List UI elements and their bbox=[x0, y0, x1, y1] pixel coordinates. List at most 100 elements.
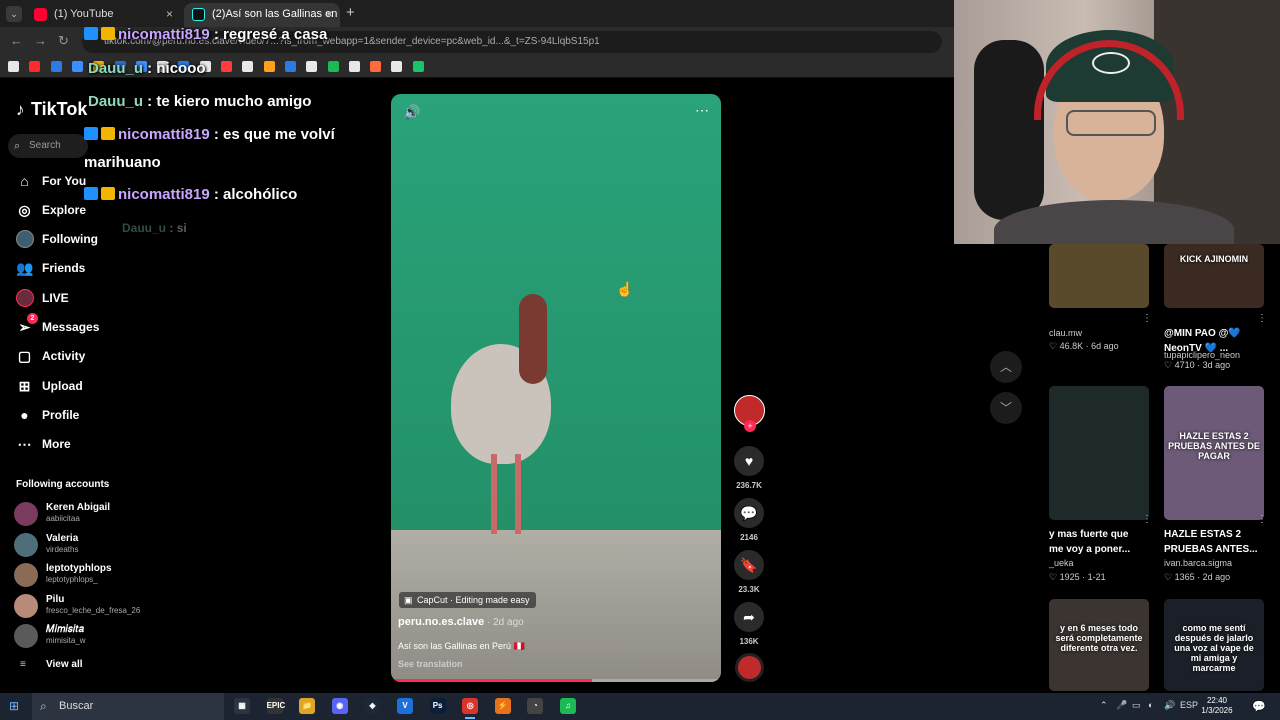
author-name[interactable]: peru.no.es.clave bbox=[398, 616, 484, 628]
bookmark-icon[interactable] bbox=[327, 61, 339, 72]
video-user[interactable]: tupapiclipero_neon bbox=[1164, 350, 1240, 360]
like-count: ♡ 1365 bbox=[1164, 572, 1195, 582]
more-options-icon[interactable]: ⋯ bbox=[695, 102, 709, 119]
video-user[interactable]: ivan.barca.sigma bbox=[1164, 558, 1232, 568]
bookmark-icon[interactable] bbox=[221, 61, 232, 72]
video-author[interactable]: peru.no.es.clave · 2d ago bbox=[398, 616, 524, 628]
volume-icon[interactable]: 🔊 bbox=[403, 104, 420, 121]
more-options-icon[interactable]: ⋮ bbox=[1257, 313, 1267, 324]
video-title[interactable]: clau.mw bbox=[1049, 326, 1145, 341]
bookmark-icon[interactable] bbox=[391, 61, 403, 72]
sidebar-item-for-you[interactable]: ⌂ For You bbox=[16, 170, 86, 192]
video-thumbnail[interactable]: como me sentí después de jalarlo una voz… bbox=[1164, 599, 1264, 691]
capcut-badge[interactable]: ▣ CapCut · Editing made easy bbox=[399, 592, 536, 608]
more-options-icon[interactable]: ⋮ bbox=[1142, 514, 1152, 525]
tray-icon[interactable]: ⌃ bbox=[1100, 700, 1108, 711]
see-translation-link[interactable]: See translation bbox=[398, 659, 463, 669]
video-thumbnail[interactable] bbox=[1049, 244, 1149, 308]
close-tab-icon[interactable]: × bbox=[166, 3, 173, 25]
video-title[interactable]: HAZLE ESTAS 2 PRUEBAS ANTES... bbox=[1164, 527, 1260, 557]
sidebar-item-following[interactable]: Following bbox=[16, 228, 98, 250]
tray-icon[interactable]: ESP bbox=[1180, 700, 1198, 710]
video-progress-bar[interactable] bbox=[391, 679, 721, 682]
sidebar-item-activity[interactable]: ▢ Activity bbox=[16, 345, 85, 367]
close-tab-icon[interactable]: × bbox=[326, 3, 333, 25]
bookmark-icon[interactable]: 🔖 bbox=[734, 550, 764, 580]
next-video-button[interactable]: ﹀ bbox=[990, 392, 1022, 424]
taskbar-app-icon[interactable]: ◈ bbox=[364, 698, 381, 714]
bookmark-icon[interactable] bbox=[29, 61, 41, 72]
bookmark-icon[interactable] bbox=[8, 61, 19, 72]
back-button[interactable]: ← bbox=[10, 33, 23, 48]
tray-icon[interactable]: 🎤 bbox=[1116, 700, 1127, 711]
taskbar-app-icon[interactable]: ◎ bbox=[462, 698, 479, 719]
bookmark-icon[interactable] bbox=[50, 61, 62, 72]
taskbar-app-icon[interactable]: Ps bbox=[429, 698, 446, 714]
new-tab-button[interactable]: + bbox=[346, 4, 355, 21]
sidebar-item-profile[interactable]: ● Profile bbox=[16, 404, 79, 426]
bookmark-icon[interactable] bbox=[412, 61, 424, 72]
video-title[interactable]: y mas fuerte que me voy a poner... bbox=[1049, 527, 1145, 557]
tab-search-button[interactable]: ⌄ bbox=[6, 6, 22, 22]
sidebar-item-messages[interactable]: ➢ 2 Messages bbox=[16, 313, 100, 338]
share-action[interactable]: ➦ 136K bbox=[734, 602, 764, 646]
windows-start-icon[interactable]: ⊞ bbox=[9, 699, 23, 713]
view-all-link[interactable]: ≡ View all bbox=[16, 659, 83, 670]
sidebar-item-live[interactable]: LIVE bbox=[16, 287, 69, 309]
system-clock[interactable]: 22:40 1/3/2026 bbox=[1198, 696, 1236, 716]
heart-icon[interactable]: ♥ bbox=[734, 446, 764, 476]
taskbar-app-icon[interactable]: ◉ bbox=[331, 698, 348, 714]
more-options-icon[interactable]: ⋮ bbox=[1257, 514, 1267, 525]
share-icon[interactable]: ➦ bbox=[734, 602, 764, 632]
video-user[interactable]: _ueka bbox=[1049, 558, 1074, 568]
sidebar-item-explore[interactable]: ◎ Explore bbox=[16, 199, 86, 221]
beanie-logo bbox=[1092, 52, 1130, 74]
tab-tiktok[interactable]: (2)Así son las Gallinas en Perú × bbox=[184, 3, 340, 27]
sidebar-item-label: Messages bbox=[42, 320, 100, 334]
bookmark-icon[interactable] bbox=[284, 61, 296, 72]
follow-plus-icon[interactable]: + bbox=[744, 420, 756, 432]
tiktok-note-icon: ♪ bbox=[16, 100, 25, 119]
tray-icon[interactable]: 🔊 bbox=[1164, 700, 1175, 711]
bookmark-icon[interactable] bbox=[71, 61, 83, 72]
save-action[interactable]: 🔖 23.3K bbox=[734, 550, 764, 594]
like-action[interactable]: ♥ 236.7K bbox=[734, 446, 764, 490]
more-options-icon[interactable]: ⋮ bbox=[1142, 313, 1152, 324]
tray-icon[interactable]: ◐ bbox=[1148, 700, 1153, 710]
tiktok-logo[interactable]: ♪ TikTok bbox=[16, 99, 87, 120]
bookmark-icon[interactable] bbox=[242, 61, 254, 72]
chat-message: marihuano bbox=[84, 154, 161, 171]
sidebar-item-upload[interactable]: ⊞ Upload bbox=[16, 375, 83, 397]
taskbar-app-icon[interactable]: ♫ bbox=[560, 698, 576, 714]
previous-video-button[interactable]: ︿ bbox=[990, 351, 1022, 383]
chat-message: Dauu_u : nicooo bbox=[88, 60, 206, 77]
comment-action[interactable]: 💬 2146 bbox=[734, 498, 764, 542]
video-thumbnail[interactable]: y en 6 meses todo será completamente dif… bbox=[1049, 599, 1149, 691]
taskbar-app-icon[interactable]: ◔ bbox=[527, 698, 544, 714]
forward-button[interactable]: → bbox=[34, 33, 47, 48]
bookmark-icon[interactable] bbox=[370, 61, 382, 72]
taskbar-app-icon[interactable]: EPIC bbox=[266, 698, 285, 714]
sidebar-item-friends[interactable]: 👥 Friends bbox=[16, 257, 85, 279]
video-thumbnail[interactable] bbox=[1049, 386, 1149, 520]
music-disc-icon[interactable] bbox=[735, 653, 764, 682]
taskbar-app-icon[interactable]: ⚡ bbox=[494, 698, 511, 714]
bookmark-icon[interactable] bbox=[263, 61, 275, 72]
taskbar-app-icon[interactable]: ▦ bbox=[234, 698, 250, 714]
taskbar-app-icon[interactable]: V bbox=[397, 698, 413, 714]
tab-youtube[interactable]: (1) YouTube × bbox=[26, 3, 180, 27]
taskbar-search[interactable]: ⌕ Buscar bbox=[32, 693, 224, 720]
video-thumbnail[interactable]: KICK AJINOMIN bbox=[1164, 244, 1264, 308]
sidebar-item-more[interactable]: ⋯ More bbox=[16, 433, 71, 455]
video-player[interactable]: 🔊 ⋯ ▣ CapCut · Editing made easy peru.no… bbox=[391, 94, 721, 682]
video-thumbnail[interactable]: HAZLE ESTAS 2 PRUEBAS ANTES DE PAGAR bbox=[1164, 386, 1264, 520]
author-avatar[interactable]: + bbox=[734, 395, 765, 432]
notification-icon[interactable]: 💬 bbox=[1252, 700, 1266, 713]
search-input[interactable]: ⌕ Search bbox=[8, 134, 88, 158]
taskbar-app-icon[interactable]: 📁 bbox=[299, 698, 316, 714]
reload-button[interactable]: ↻ bbox=[58, 33, 69, 49]
bookmark-icon[interactable] bbox=[306, 61, 318, 72]
tray-icon[interactable]: ▭ bbox=[1132, 700, 1141, 711]
comment-icon[interactable]: 💬 bbox=[734, 498, 764, 528]
bookmark-icon[interactable] bbox=[348, 61, 360, 72]
